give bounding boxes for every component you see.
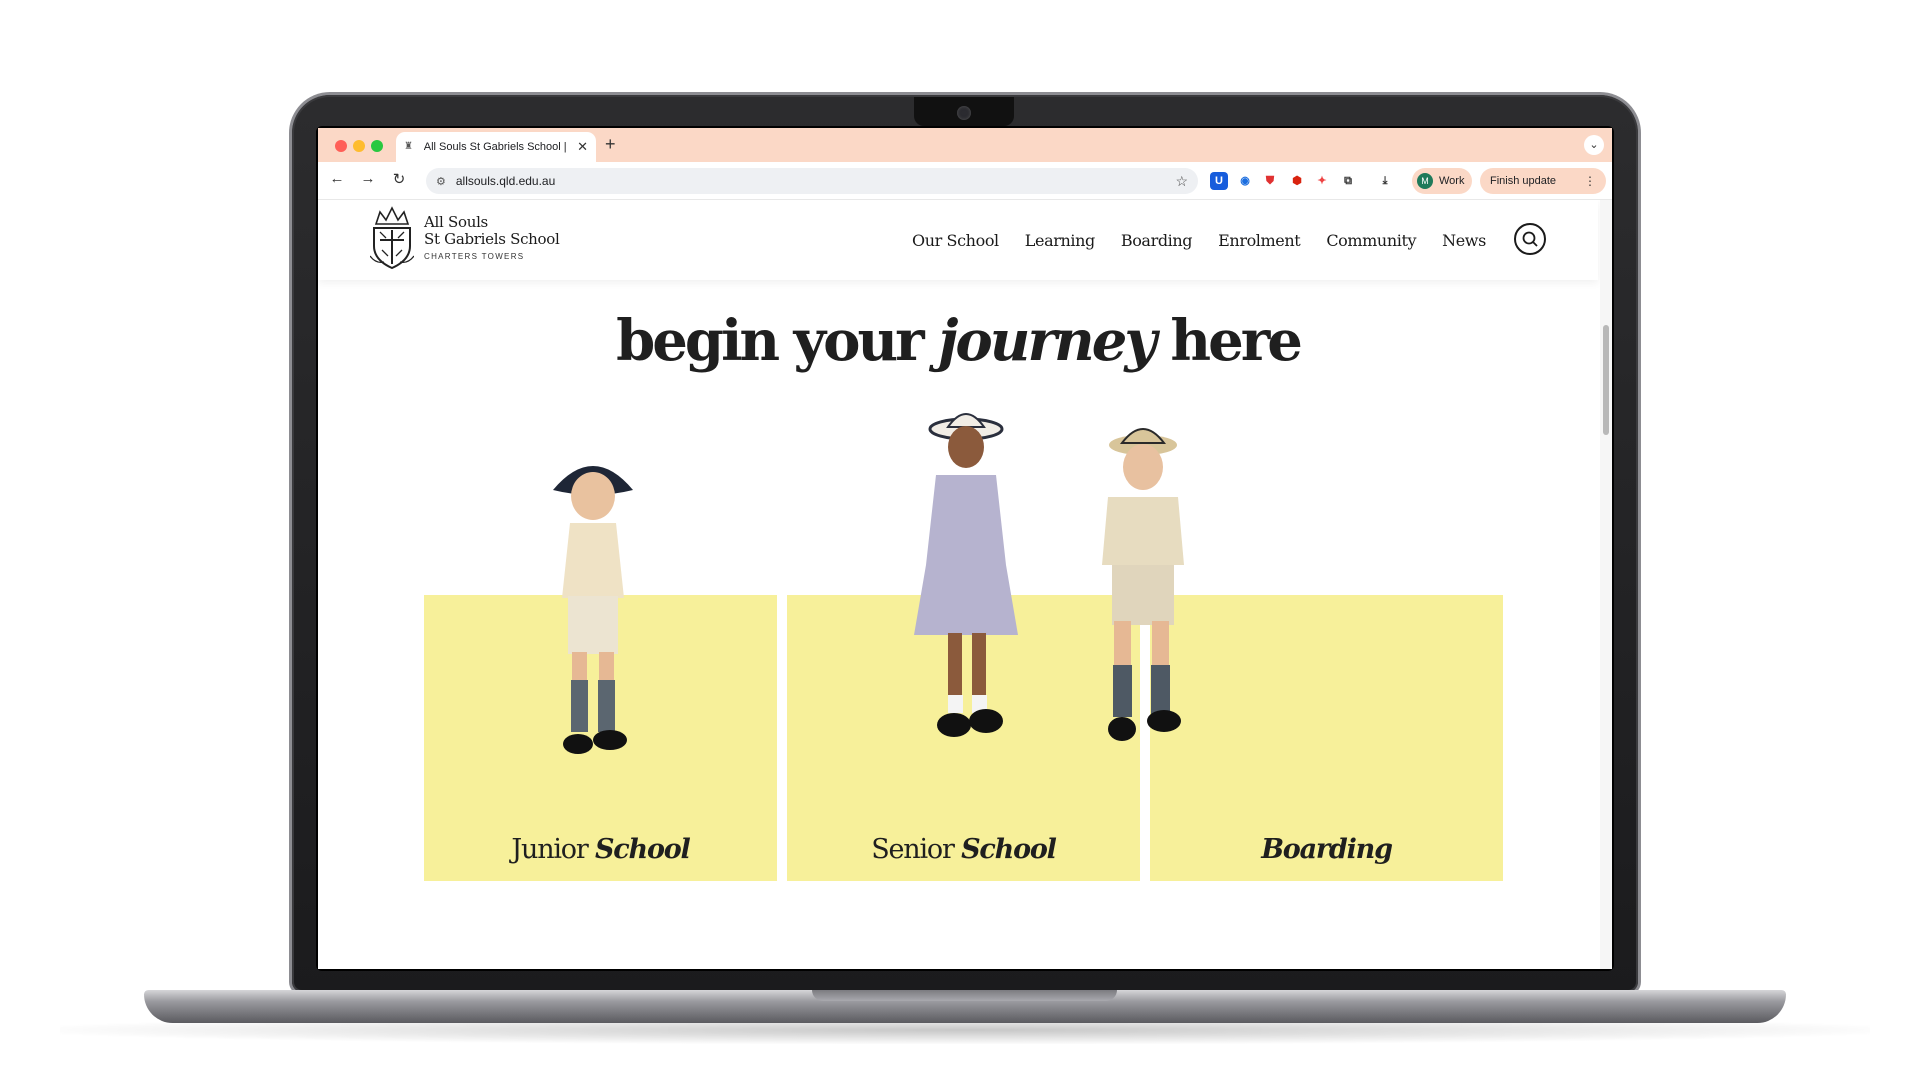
card-label-emphasis: Boarding xyxy=(1261,834,1393,865)
hero-heading-pre: begin your xyxy=(616,308,939,374)
boarding-student-photo xyxy=(1102,428,1184,741)
ublock-extension-icon[interactable]: ⬢ xyxy=(1288,172,1306,190)
profile-label: Work xyxy=(1439,175,1465,187)
browser-window: ♜ All Souls St Gabriels School | ✕ + ⌄ ←… xyxy=(318,128,1612,969)
star-icon[interactable]: ☆ xyxy=(1175,173,1188,190)
hero-heading: begin your journey here xyxy=(318,308,1598,374)
url-text[interactable]: allsouls.qld.edu.au xyxy=(456,174,1176,188)
bitwarden-extension-icon[interactable]: U xyxy=(1210,172,1228,190)
junior-student-photo xyxy=(553,466,633,754)
avatar: M xyxy=(1417,173,1433,189)
senior-student-photo xyxy=(914,413,1018,737)
close-window-button[interactable] xyxy=(335,140,347,152)
address-bar[interactable]: ⚙ allsouls.qld.edu.au ☆ xyxy=(426,168,1198,194)
hero-heading-emphasis: journey xyxy=(938,308,1157,374)
nav-community[interactable]: Community xyxy=(1326,231,1416,250)
search-icon xyxy=(1522,231,1538,247)
new-tab-button[interactable]: + xyxy=(605,134,616,155)
logo-line-3: CHARTERS TOWERS xyxy=(424,252,525,261)
card-label-pre: Senior xyxy=(871,834,962,865)
page-scrollbar[interactable] xyxy=(1600,200,1612,969)
tab-search-chevron-icon[interactable]: ⌄ xyxy=(1584,135,1604,155)
download-icon[interactable]: ⤓ xyxy=(1376,172,1394,190)
card-label-pre: Junior xyxy=(511,834,595,865)
logo-line-1: All Souls xyxy=(424,213,488,231)
browser-toolbar: ← → ↻ ⚙ allsouls.qld.edu.au ☆ U ◉ ⛊ ⬢ ✦ … xyxy=(318,162,1612,200)
shield-extension-icon[interactable]: ⛊ xyxy=(1261,172,1279,190)
close-tab-icon[interactable]: ✕ xyxy=(577,139,588,155)
maximize-window-button[interactable] xyxy=(371,140,383,152)
school-crest-logo[interactable] xyxy=(370,206,414,270)
minimize-window-button[interactable] xyxy=(353,140,365,152)
scrollbar-thumb[interactable] xyxy=(1603,325,1609,435)
card-label: Junior School xyxy=(424,834,777,865)
hero-heading-post: here xyxy=(1153,308,1302,374)
finish-update-button[interactable]: Finish update ⋮ xyxy=(1480,168,1606,194)
card-label-emphasis: School xyxy=(594,834,691,865)
kebab-menu-icon[interactable]: ⋮ xyxy=(1584,174,1596,188)
password-extension-icon[interactable]: ◉ xyxy=(1236,172,1254,190)
school-logo-text[interactable]: All Souls St Gabriels School CHARTERS TO… xyxy=(424,213,560,262)
lightning-extension-icon[interactable]: ✦ xyxy=(1313,172,1331,190)
laptop-hinge xyxy=(812,990,1117,1001)
card-label-emphasis: School xyxy=(961,834,1057,865)
main-nav: Our School Learning Boarding Enrolment C… xyxy=(912,231,1486,250)
card-label: Senior School xyxy=(787,834,1140,865)
logo-line-2: St Gabriels School xyxy=(424,230,560,248)
tab-strip: ♜ All Souls St Gabriels School | ✕ + ⌄ xyxy=(318,128,1612,162)
nav-boarding[interactable]: Boarding xyxy=(1121,231,1193,250)
nav-enrolment[interactable]: Enrolment xyxy=(1218,231,1301,250)
arrow-left-icon[interactable]: ← xyxy=(326,170,348,187)
nav-news[interactable]: News xyxy=(1442,231,1486,250)
arrow-right-icon[interactable]: → xyxy=(357,170,379,187)
search-button[interactable] xyxy=(1514,223,1546,255)
browser-tab[interactable]: ♜ All Souls St Gabriels School | ✕ xyxy=(396,132,596,162)
card-label: Boarding xyxy=(1150,834,1503,865)
page-viewport: All Souls St Gabriels School CHARTERS TO… xyxy=(318,200,1612,969)
reload-icon[interactable]: ↻ xyxy=(388,170,410,188)
update-label: Finish update xyxy=(1490,175,1557,187)
profile-button[interactable]: M Work xyxy=(1412,168,1472,194)
camera-icon xyxy=(957,106,971,120)
puzzle-icon[interactable]: ⧉ xyxy=(1339,172,1357,190)
nav-our-school[interactable]: Our School xyxy=(912,231,999,250)
site-header: All Souls St Gabriels School CHARTERS TO… xyxy=(318,200,1598,280)
tab-title: All Souls St Gabriels School | xyxy=(423,141,567,153)
school-crest-favicon-icon: ♜ xyxy=(404,141,413,152)
site-info-icon[interactable]: ⚙ xyxy=(436,175,446,188)
nav-learning[interactable]: Learning xyxy=(1025,231,1095,250)
